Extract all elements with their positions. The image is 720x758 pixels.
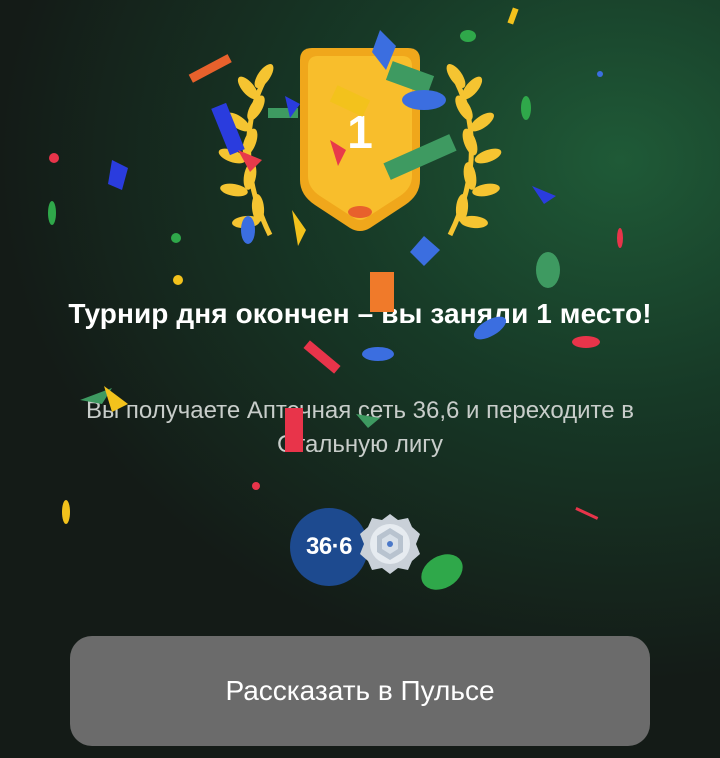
laurel-right-icon <box>446 64 502 237</box>
result-title: Турнир дня окончен – вы заняли 1 место! <box>68 298 652 329</box>
share-in-pulse-button[interactable]: Рассказать в Пульсе <box>70 636 650 746</box>
trophy-shield-icon: 1 <box>218 48 502 237</box>
place-number: 1 <box>347 106 373 158</box>
rewards-row: 36·6 <box>290 506 430 586</box>
steel-league-badge-icon <box>360 514 420 574</box>
laurel-left-icon <box>218 64 274 237</box>
tournament-result-screen: 1 Турнир дня окончен – вы заняли 1 место… <box>0 0 720 758</box>
result-message: Вы получаете Аптечная сеть 36,6 и перехо… <box>85 397 635 458</box>
pharmacy-logo: 36·6 <box>290 508 368 586</box>
